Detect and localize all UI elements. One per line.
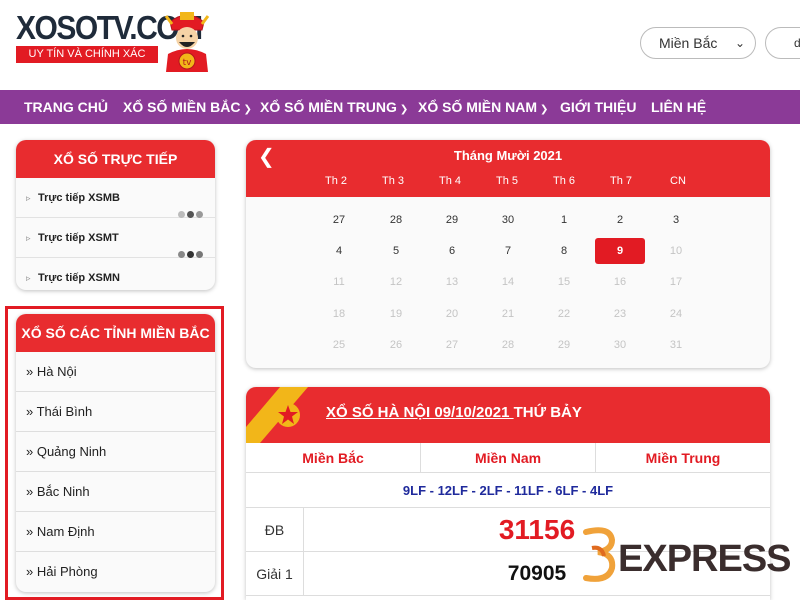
live-item-xsmb[interactable]: ▹ Trực tiếp XSMB — [16, 178, 215, 218]
live-box-title: XỔ SỐ TRỰC TIẾP — [16, 140, 215, 178]
caret-right-icon: ▹ — [26, 273, 31, 283]
region-select[interactable]: Miền Bắc ⌄ — [640, 27, 756, 59]
weekday-label: Th 6 — [552, 175, 575, 187]
live-lottery-box: XỔ SỐ TRỰC TIẾP ▹ Trực tiếp XSMB ▹ Trực … — [16, 140, 215, 290]
prize-label: Giải 1 — [246, 552, 304, 595]
weekday-label: Th 3 — [381, 175, 404, 187]
loading-dots-icon — [176, 275, 203, 290]
calendar-day: 27 — [445, 339, 459, 351]
calendar-day[interactable]: 9 — [595, 238, 645, 264]
calendar-day: 19 — [389, 308, 403, 320]
live-item-xsmn[interactable]: ▹ Trực tiếp XSMN — [16, 258, 215, 290]
calendar-day: 25 — [332, 339, 346, 351]
chevron-down-icon: ❯ — [243, 104, 252, 115]
tab-mien-trung[interactable]: Miền Trung — [595, 443, 770, 473]
god-of-wealth-mascot-icon: tv — [164, 12, 210, 72]
calendar-day: 31 — [669, 339, 683, 351]
calendar: ❮ Tháng Mười 2021 Th 2 Th 3 Th 4 Th 5 Th… — [246, 140, 770, 368]
calendar-day: 10 — [669, 245, 683, 257]
calendar-day[interactable]: 5 — [371, 238, 421, 264]
nav-about[interactable]: GIỚI THIỆU — [560, 90, 637, 124]
special-prize-codes: 9LF - 12LF - 2LF - 11LF - 6LF - 4LF — [246, 473, 770, 508]
calendar-day: 26 — [389, 339, 403, 351]
calendar-day: 15 — [557, 276, 571, 288]
weekday-label: Th 2 — [324, 175, 347, 187]
calendar-day: 24 — [669, 308, 683, 320]
calendar-day: 16 — [613, 276, 627, 288]
calendar-day[interactable]: 30 — [483, 207, 533, 233]
nav-home[interactable]: TRANG CHỦ — [24, 90, 108, 124]
nav-xs-mien-bac[interactable]: XỔ SỐ MIỀN BẮC ❯ — [123, 90, 252, 124]
result-title-link[interactable]: XỔ SỐ HÀ NỘI 09/10/2021 — [326, 404, 514, 421]
site-header: XOSOTV.COM UY TÍN VÀ CHÍNH XÁC tv Miền B… — [0, 0, 800, 88]
chevron-down-icon: ❯ — [540, 104, 549, 115]
express-watermark: EXPRESS — [580, 520, 795, 590]
red-star-badge-icon — [246, 387, 308, 443]
calendar-day: 14 — [501, 276, 515, 288]
calendar-day: 11 — [333, 276, 345, 288]
live-item-xsmt[interactable]: ▹ Trực tiếp XSMT — [16, 218, 215, 258]
svg-text:tv: tv — [183, 58, 193, 68]
result-title-weekday: THỨ BẢY — [513, 404, 582, 421]
region-tabs: Miền Bắc Miền Nam Miền Trung — [246, 443, 770, 473]
caret-right-icon: ▹ — [26, 233, 31, 243]
calendar-day[interactable]: 28 — [371, 207, 421, 233]
weekday-label: Th 7 — [609, 175, 632, 187]
tab-mien-bac[interactable]: Miền Bắc — [246, 443, 420, 473]
calendar-day: 21 — [501, 308, 515, 320]
tab-mien-nam[interactable]: Miền Nam — [420, 443, 595, 473]
calendar-day: 13 — [445, 276, 459, 288]
calendar-day: 12 — [389, 276, 403, 288]
calendar-day[interactable]: 27 — [314, 207, 364, 233]
weekday-label: CN — [670, 175, 686, 187]
calendar-day[interactable]: 4 — [314, 238, 364, 264]
calendar-day[interactable]: 2 — [595, 207, 645, 233]
region-select-value: Miền Bắc — [659, 35, 718, 51]
watermark-text: EXPRESS — [618, 538, 792, 580]
calendar-day: 30 — [613, 339, 627, 351]
calendar-header: ❮ Tháng Mười 2021 Th 2 Th 3 Th 4 Th 5 Th… — [246, 140, 770, 197]
result-header: XỔ SỐ HÀ NỘI 09/10/2021 THỨ BẢY — [246, 387, 770, 443]
logo-tagline: UY TÍN VÀ CHÍNH XÁC — [16, 46, 158, 63]
calendar-day[interactable]: 1 — [539, 207, 589, 233]
calendar-day: 28 — [501, 339, 515, 351]
weekday-label: Th 4 — [438, 175, 461, 187]
weekday-label: Th 5 — [495, 175, 518, 187]
calendar-day[interactable]: 7 — [483, 238, 533, 264]
calendar-day: 20 — [445, 308, 459, 320]
calendar-day[interactable]: 29 — [427, 207, 477, 233]
calendar-day[interactable]: 6 — [427, 238, 477, 264]
calendar-day[interactable]: 3 — [651, 207, 701, 233]
result-title[interactable]: XỔ SỐ HÀ NỘI 09/10/2021 THỨ BẢY — [326, 404, 582, 421]
calendar-day[interactable]: 8 — [539, 238, 589, 264]
calendar-day: 18 — [332, 308, 346, 320]
nav-contact[interactable]: LIÊN HỆ — [651, 90, 706, 124]
prize-label: ĐB — [246, 508, 304, 551]
chevron-down-icon: ❯ — [399, 104, 409, 115]
nav-xs-mien-trung[interactable]: XỔ SỐ MIỀN TRUNG ❯ — [260, 90, 408, 124]
calendar-day: 17 — [669, 276, 683, 288]
date-search-input[interactable]: d — [765, 27, 800, 59]
chevron-down-icon: ⌄ — [734, 36, 745, 50]
calendar-day: 22 — [557, 308, 571, 320]
brand-35-logo-icon — [583, 527, 616, 582]
caret-right-icon: ▹ — [26, 193, 31, 203]
calendar-day: 29 — [557, 339, 571, 351]
calendar-month-title: Tháng Mười 2021 — [453, 148, 563, 163]
highlight-frame — [5, 306, 224, 600]
main-nav: TRANG CHỦ XỔ SỐ MIỀN BẮC ❯ XỔ SỐ MIỀN TRU… — [0, 90, 800, 124]
nav-xs-mien-nam[interactable]: XỔ SỐ MIỀN NAM ❯ — [418, 90, 548, 124]
calendar-day: 23 — [613, 308, 627, 320]
